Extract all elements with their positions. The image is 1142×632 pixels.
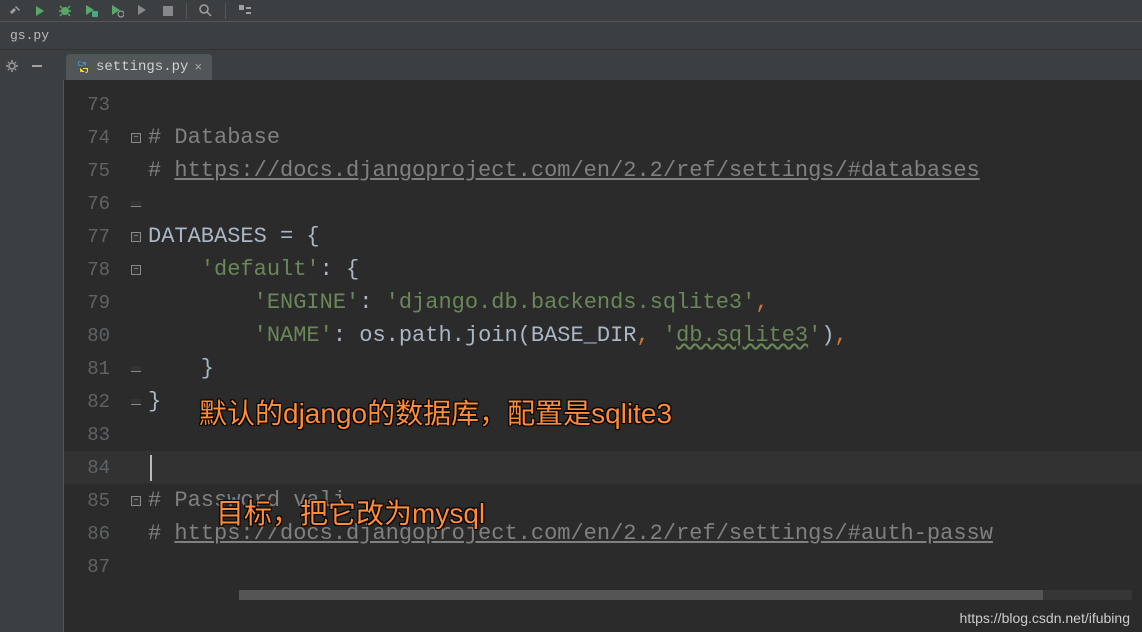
code-content[interactable]: }	[148, 389, 1142, 414]
code-line[interactable]: 86 # https://docs.djangoproject.com/en/2.…	[64, 517, 1142, 550]
fold-end-icon[interactable]	[131, 201, 141, 207]
code-line[interactable]: 84	[64, 451, 1142, 484]
fold-collapse-icon[interactable]: −	[131, 133, 141, 143]
gear-icon[interactable]	[4, 58, 20, 79]
minimize-icon[interactable]	[30, 59, 44, 78]
code-line[interactable]: 76	[64, 187, 1142, 220]
code-line[interactable]: 77−DATABASES = {	[64, 220, 1142, 253]
fold-collapse-icon[interactable]: −	[131, 232, 141, 242]
side-tool-icons	[0, 55, 32, 81]
attach-icon[interactable]	[136, 4, 150, 18]
project-tab-row: gs.py	[0, 22, 1142, 50]
code-content[interactable]	[148, 455, 1142, 481]
structure-icon[interactable]	[238, 4, 252, 18]
line-number: 73	[64, 94, 124, 116]
line-number: 80	[64, 325, 124, 347]
fold-gutter[interactable]	[124, 201, 148, 207]
stop-icon[interactable]	[162, 5, 174, 17]
search-icon[interactable]	[199, 4, 213, 18]
play-icon[interactable]	[34, 5, 46, 17]
fold-end-icon[interactable]	[131, 399, 141, 405]
code-content[interactable]: # Password vali	[148, 488, 1142, 513]
editor-tab-label: settings.py	[96, 59, 188, 75]
line-number: 83	[64, 424, 124, 446]
fold-gutter[interactable]: −	[124, 496, 148, 506]
fold-gutter[interactable]: −	[124, 232, 148, 242]
code-line[interactable]: 79 'ENGINE': 'django.db.backends.sqlite3…	[64, 286, 1142, 319]
profile-icon[interactable]	[110, 4, 124, 18]
text-caret	[150, 455, 152, 481]
editor-tab-settings[interactable]: settings.py ×	[66, 54, 212, 80]
editor-body[interactable]: 7374−# Database75# https://docs.djangopr…	[64, 80, 1142, 632]
left-strip	[0, 80, 64, 632]
code-line[interactable]: 82}	[64, 385, 1142, 418]
code-content[interactable]: # https://docs.djangoproject.com/en/2.2/…	[148, 158, 1142, 183]
line-number: 74	[64, 127, 124, 149]
code-content[interactable]: 'ENGINE': 'django.db.backends.sqlite3',	[148, 290, 1142, 315]
fold-gutter[interactable]	[124, 399, 148, 405]
line-number: 87	[64, 556, 124, 578]
line-number: 84	[64, 457, 124, 479]
fold-collapse-icon[interactable]: −	[131, 496, 141, 506]
line-number: 78	[64, 259, 124, 281]
coverage-icon[interactable]	[84, 4, 98, 18]
line-number: 82	[64, 391, 124, 413]
scrollbar-thumb[interactable]	[239, 590, 1043, 600]
code-line[interactable]: 75 # https://docs.djangoproject.com/en/2.…	[64, 154, 1142, 187]
watermark-text: https://blog.csdn.net/ifubing	[960, 610, 1130, 626]
editor-tab-row: settings.py ×	[0, 50, 1142, 80]
fold-gutter[interactable]: −	[124, 133, 148, 143]
separator	[225, 3, 226, 19]
line-number: 85	[64, 490, 124, 512]
code-line[interactable]: 78− 'default': {	[64, 253, 1142, 286]
fold-end-icon[interactable]	[131, 366, 141, 372]
horizontal-scrollbar[interactable]	[239, 590, 1132, 600]
code-content[interactable]: # Database	[148, 125, 1142, 150]
line-number: 79	[64, 292, 124, 314]
code-line[interactable]: 81 }	[64, 352, 1142, 385]
line-number: 81	[64, 358, 124, 380]
project-file-tab[interactable]: gs.py	[0, 24, 59, 47]
code-content[interactable]: DATABASES = {	[148, 224, 1142, 249]
fold-collapse-icon[interactable]: −	[131, 265, 141, 275]
line-number: 75	[64, 160, 124, 182]
code-line[interactable]: 85−# Password vali	[64, 484, 1142, 517]
code-content[interactable]: 'NAME': os.path.join(BASE_DIR, 'db.sqlit…	[148, 323, 1142, 348]
fold-gutter[interactable]	[124, 366, 148, 372]
code-content[interactable]: }	[148, 356, 1142, 381]
hammer-icon[interactable]	[8, 4, 22, 18]
editor-area: 7374−# Database75# https://docs.djangopr…	[0, 80, 1142, 632]
line-number: 77	[64, 226, 124, 248]
code-content[interactable]: 'default': {	[148, 257, 1142, 282]
code-line[interactable]: 73	[64, 88, 1142, 121]
fold-gutter[interactable]: −	[124, 265, 148, 275]
line-number: 76	[64, 193, 124, 215]
code-line[interactable]: 74−# Database	[64, 121, 1142, 154]
close-icon[interactable]: ×	[194, 60, 202, 75]
code-line[interactable]: 80 'NAME': os.path.join(BASE_DIR, 'db.sq…	[64, 319, 1142, 352]
code-line[interactable]: 87	[64, 550, 1142, 583]
code-content[interactable]: # https://docs.djangoproject.com/en/2.2/…	[148, 521, 1142, 546]
bug-icon[interactable]	[58, 4, 72, 18]
line-number: 86	[64, 523, 124, 545]
python-icon	[76, 60, 90, 74]
separator	[186, 3, 187, 19]
code-line[interactable]: 83	[64, 418, 1142, 451]
top-toolbar	[0, 0, 1142, 22]
